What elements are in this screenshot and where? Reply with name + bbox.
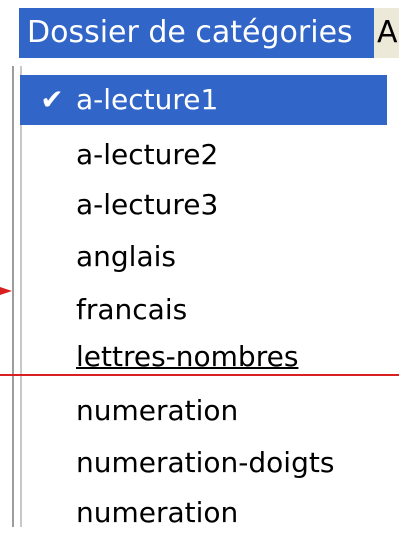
menu-item-a-lecture1[interactable]: ✔ a-lecture1 xyxy=(20,75,387,125)
menu-item-anglais[interactable]: anglais xyxy=(20,232,387,282)
menu-item-a-lecture3[interactable]: a-lecture3 xyxy=(20,180,387,230)
menu-item-francais[interactable]: francais xyxy=(20,285,387,335)
menu-item-label: lettres-nombres xyxy=(76,340,299,373)
menu-item-label: numeration xyxy=(76,394,239,427)
menu-item-numeration[interactable]: numeration xyxy=(20,386,387,436)
menu-item-label: a-lecture1 xyxy=(76,83,219,116)
menu-item-a-lecture2[interactable]: a-lecture2 xyxy=(20,130,387,180)
menu-item-label: numeration-doigts xyxy=(76,446,335,479)
red-arrow-icon xyxy=(0,287,12,295)
menu-item-label: francais xyxy=(76,293,188,326)
menu-item-numeration-2[interactable]: numeration xyxy=(20,488,387,538)
menu-next[interactable]: A xyxy=(374,8,399,58)
menu-item-label: anglais xyxy=(76,240,176,273)
checkmark-icon: ✔ xyxy=(40,83,64,116)
annotation-line xyxy=(0,374,399,376)
menu-dossier-de-categories[interactable]: Dossier de catégories xyxy=(19,8,374,58)
menu-item-label: a-lecture3 xyxy=(76,188,219,221)
menu-bar: Dossier de catégories A xyxy=(0,0,399,66)
menu-item-label: numeration xyxy=(76,496,239,529)
menu-item-label: a-lecture2 xyxy=(76,138,219,171)
menu-item-numeration-doigts[interactable]: numeration-doigts xyxy=(20,438,387,488)
